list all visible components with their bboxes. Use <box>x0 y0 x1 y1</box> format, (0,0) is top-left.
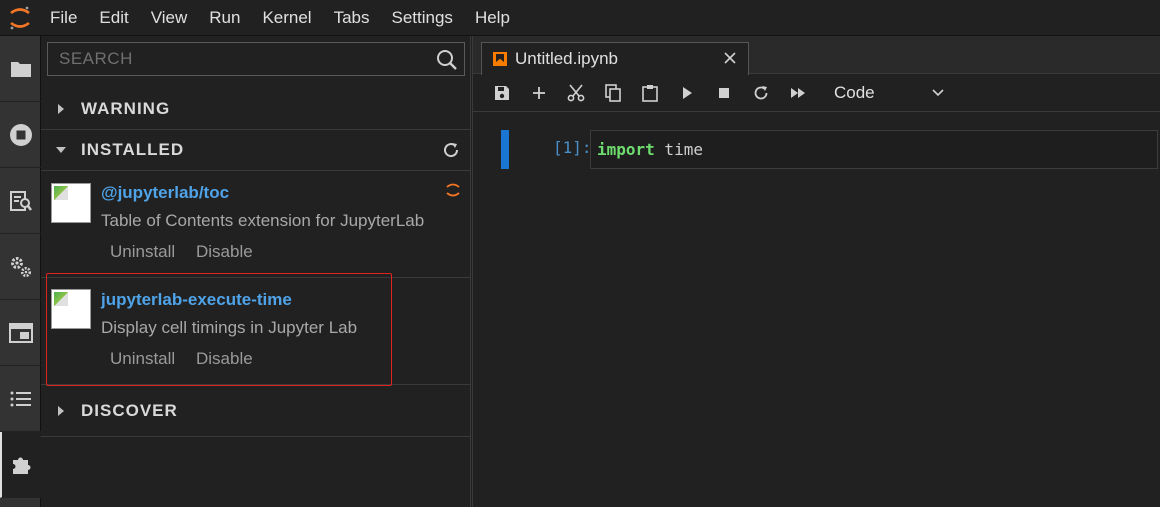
extension-name-link[interactable]: jupyterlab-execute-time <box>101 290 292 310</box>
menu-kernel[interactable]: Kernel <box>251 0 322 36</box>
section-title: WARNING <box>81 98 171 118</box>
disable-button[interactable]: Disable <box>196 242 253 262</box>
menu-settings[interactable]: Settings <box>381 0 464 36</box>
menu-help[interactable]: Help <box>464 0 521 36</box>
code-text: time <box>654 140 703 159</box>
paste-button[interactable] <box>631 74 668 112</box>
save-icon <box>494 85 509 100</box>
tab-untitled-ipynb[interactable]: Untitled.ipynb <box>481 42 749 75</box>
extension-name-link[interactable]: @jupyterlab/toc <box>101 183 229 203</box>
fast-forward-icon <box>790 87 805 98</box>
chevron-right-icon <box>41 405 81 417</box>
tabs-button[interactable] <box>0 300 41 366</box>
extension-description: Display cell timings in Jupyter Lab <box>101 318 358 337</box>
cell-editor[interactable]: import time <box>590 130 1158 169</box>
menu-file[interactable]: File <box>40 0 88 36</box>
gears-icon <box>10 256 31 277</box>
section-warning[interactable]: WARNING <box>41 88 470 130</box>
cut-button[interactable] <box>557 74 594 112</box>
extension-manager-button[interactable] <box>0 432 41 498</box>
search-input[interactable] <box>48 43 428 75</box>
property-inspector-icon <box>9 190 32 211</box>
interrupt-button[interactable] <box>705 74 742 112</box>
window-icon <box>8 322 33 343</box>
refresh-icon[interactable] <box>442 141 460 159</box>
menu-run[interactable]: Run <box>198 0 251 36</box>
menu-edit[interactable]: Edit <box>88 0 139 36</box>
table-of-contents-button[interactable] <box>0 366 41 432</box>
folder-icon <box>10 61 31 77</box>
save-button[interactable] <box>483 74 520 112</box>
add-cell-button[interactable] <box>520 74 557 112</box>
code-cell[interactable]: [1]: import time <box>473 128 1160 170</box>
toc-list-icon <box>10 391 31 406</box>
uninstall-button[interactable]: Uninstall <box>110 349 175 369</box>
menu-bar: File Edit View Run Kernel Tabs Settings … <box>0 0 1160 36</box>
extension-image <box>51 289 91 329</box>
property-inspector-button[interactable] <box>0 168 41 234</box>
search-icon[interactable] <box>436 49 458 71</box>
activity-bar <box>0 36 41 507</box>
extension-item: @jupyterlab/toc Table of Contents extens… <box>41 171 470 278</box>
chevron-right-icon <box>41 103 81 115</box>
copy-icon <box>604 83 621 102</box>
cell-type-select[interactable]: Code <box>834 83 944 103</box>
cut-icon <box>567 83 584 101</box>
run-button[interactable] <box>668 74 705 112</box>
code-keyword: import <box>597 140 655 159</box>
search-box <box>47 42 465 76</box>
extension-description: Table of Contents extension for JupyterL… <box>101 211 425 230</box>
restart-button[interactable] <box>742 74 779 112</box>
uninstall-button[interactable]: Uninstall <box>110 242 175 262</box>
extension-image <box>51 183 91 223</box>
notebook-toolbar: Code <box>473 74 1160 112</box>
copy-button[interactable] <box>594 74 631 112</box>
puzzle-icon <box>12 457 31 474</box>
menu-tabs[interactable]: Tabs <box>323 0 381 36</box>
close-icon[interactable] <box>722 50 738 66</box>
restart-icon <box>754 85 767 99</box>
tab-label: Untitled.ipynb <box>515 49 619 68</box>
section-title: INSTALLED <box>81 140 185 159</box>
jupyter-busy-icon <box>446 183 460 197</box>
jupyter-logo-icon <box>0 0 40 36</box>
notebook-icon <box>493 52 507 66</box>
chevron-down-icon <box>932 88 944 96</box>
extension-manager-panel: WARNING INSTALLED @jupyterlab/toc Table … <box>41 36 471 507</box>
menu-view[interactable]: View <box>140 0 199 36</box>
code-line: import time <box>597 140 703 159</box>
commands-button[interactable] <box>0 234 41 300</box>
add-cell-icon <box>532 86 545 99</box>
restart-run-all-button[interactable] <box>779 74 816 112</box>
paste-icon <box>641 84 658 102</box>
notebook-area: Untitled.ipynb Code [1]: import time <box>472 36 1160 507</box>
stop-circle-icon <box>9 123 32 146</box>
execution-count: [1]: <box>553 138 592 157</box>
cell-type-value: Code <box>834 82 875 102</box>
disable-button[interactable]: Disable <box>196 349 253 369</box>
cell-collapser[interactable] <box>501 130 509 169</box>
section-discover[interactable]: DISCOVER <box>41 385 470 437</box>
section-installed[interactable]: INSTALLED <box>41 130 470 171</box>
chevron-down-icon <box>41 145 81 155</box>
run-icon <box>682 86 692 99</box>
extension-item: jupyterlab-execute-time Display cell tim… <box>41 278 470 385</box>
tab-bar: Untitled.ipynb <box>473 36 1160 75</box>
stop-icon <box>718 87 729 98</box>
running-sessions-button[interactable] <box>0 102 41 168</box>
section-title: DISCOVER <box>81 400 178 420</box>
file-browser-button[interactable] <box>0 36 41 102</box>
